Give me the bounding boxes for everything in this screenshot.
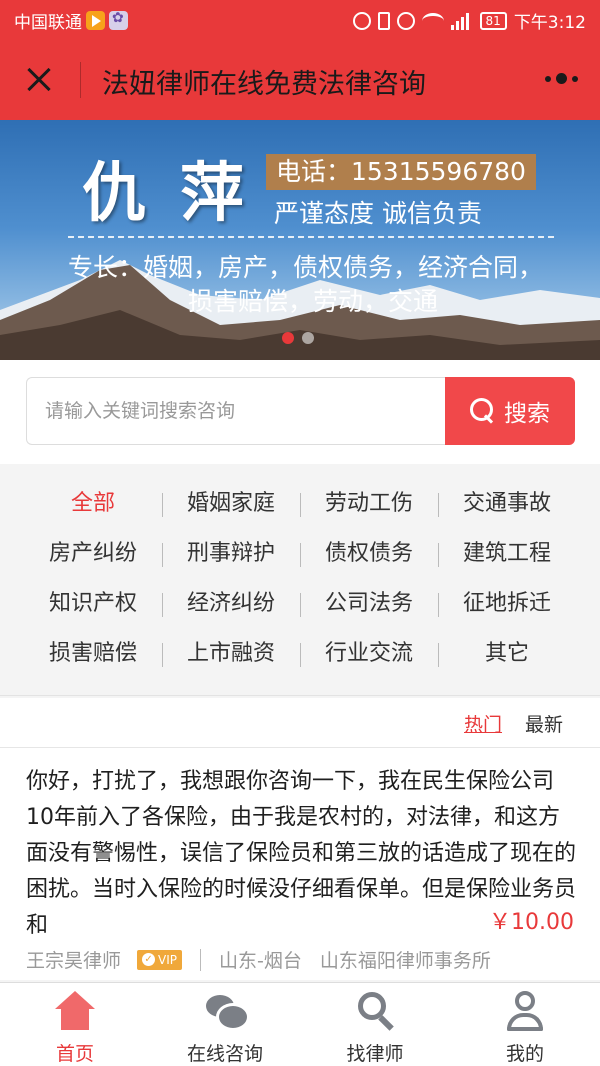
- lawyer-specialty-line2: 损害赔偿，劳动，交通: [188, 287, 439, 316]
- category-land-demolition[interactable]: 征地拆迁: [438, 579, 576, 629]
- nav-consult[interactable]: 在线咨询: [150, 983, 300, 1066]
- user-icon: [503, 989, 547, 1033]
- carrier-label: 中国联通: [14, 13, 82, 33]
- category-traffic-accident[interactable]: 交通事故: [438, 479, 576, 529]
- home-icon: [53, 989, 97, 1033]
- check-icon: ✓: [142, 953, 156, 966]
- status-bar: 中国联通 81 下午3:12: [0, 0, 600, 40]
- category-property-dispute[interactable]: 房产纠纷: [24, 529, 162, 579]
- wifi-icon: [421, 12, 444, 29]
- category-marriage-family[interactable]: 婚姻家庭: [162, 479, 300, 529]
- law-firm: 山东福阳律师事务所: [319, 950, 491, 972]
- nfc-icon: [352, 11, 371, 30]
- search-input[interactable]: [26, 377, 448, 445]
- search-icon: [470, 398, 496, 424]
- vibrate-icon: [377, 11, 390, 30]
- nav-home[interactable]: 首页: [0, 983, 150, 1066]
- carousel-indicator: [282, 332, 314, 344]
- question-card[interactable]: 你好，打扰了，我想跟你咨询一下，我在民生保险公司10年前入了各保险，由于我是农村…: [0, 748, 600, 980]
- nav-mine[interactable]: 我的: [450, 983, 600, 1066]
- nav-find-lawyer-label: 找律师: [346, 1043, 404, 1065]
- bottom-nav: 首页 在线咨询 找律师 我的: [0, 982, 600, 1066]
- question-price: ￥10.00: [489, 910, 574, 935]
- sort-tab-latest[interactable]: 最新: [525, 710, 563, 737]
- close-icon[interactable]: [20, 60, 60, 100]
- category-labor-injury[interactable]: 劳动工伤: [300, 479, 438, 529]
- category-damages[interactable]: 损害赔偿: [24, 629, 162, 679]
- lawyer-banner[interactable]: 仇萍 电话：15315596780 严谨态度 诚信负责 专长：婚姻，房产，债权债…: [0, 120, 600, 360]
- chat-icon: [203, 989, 250, 1033]
- nav-consult-label: 在线咨询: [186, 1043, 263, 1065]
- page-title: 法妞律师在线免费法律咨询: [102, 69, 426, 100]
- video-app-icon: [86, 11, 105, 30]
- category-economic-dispute[interactable]: 经济纠纷: [162, 579, 300, 629]
- search-button-label: 搜索: [504, 401, 550, 427]
- category-construction[interactable]: 建筑工程: [438, 529, 576, 579]
- category-industry-exchange[interactable]: 行业交流: [300, 629, 438, 679]
- sort-bar: 热门 最新: [0, 698, 600, 748]
- category-criminal-defense[interactable]: 刑事辩护: [162, 529, 300, 579]
- status-left: 中国联通: [14, 8, 128, 33]
- search-area: 搜索: [0, 360, 600, 464]
- carousel-dot-active: [282, 332, 294, 344]
- battery-indicator: 81: [479, 11, 507, 30]
- lawyer-location: 山东-烟台: [219, 950, 302, 972]
- lawyer-motto: 严谨态度 诚信负责: [274, 199, 482, 228]
- sort-tab-hot[interactable]: 热门: [464, 710, 502, 737]
- question-meta: 王宗昊律师 ✓ VIP 山东-烟台 山东福阳律师事务所: [26, 946, 491, 973]
- banner-divider: [68, 236, 554, 238]
- search-icon: [353, 989, 397, 1033]
- search-button[interactable]: 搜索: [445, 377, 575, 445]
- lawyer-name-link[interactable]: 王宗昊律师: [26, 946, 121, 973]
- vip-badge: ✓ VIP: [137, 949, 182, 970]
- title-divider: [80, 62, 81, 98]
- status-right: 81 下午3:12: [352, 8, 586, 33]
- vip-label: VIP: [158, 952, 177, 967]
- nav-home-label: 首页: [55, 1043, 94, 1065]
- lawyer-phone: 电话：15315596780: [266, 154, 536, 190]
- category-filter: 全部 婚姻家庭 劳动工伤 交通事故 房产纠纷 刑事辩护 债权债务 建筑工程 知识…: [0, 464, 600, 696]
- alarm-icon: [396, 11, 415, 30]
- more-menu-icon[interactable]: [545, 73, 578, 84]
- category-ip[interactable]: 知识产权: [24, 579, 162, 629]
- category-ipo-financing[interactable]: 上市融资: [162, 629, 300, 679]
- meta-divider: [200, 948, 201, 971]
- category-grid: 全部 婚姻家庭 劳动工伤 交通事故 房产纠纷 刑事辩护 债权债务 建筑工程 知识…: [24, 479, 576, 679]
- nav-mine-label: 我的: [505, 1043, 544, 1065]
- category-debt[interactable]: 债权债务: [300, 529, 438, 579]
- carousel-dot: [302, 332, 314, 344]
- paw-app-icon: [109, 10, 128, 30]
- title-bar: 法妞律师在线免费法律咨询: [0, 40, 600, 120]
- nav-find-lawyer[interactable]: 找律师: [300, 983, 450, 1066]
- category-other[interactable]: 其它: [438, 629, 576, 679]
- category-corporate[interactable]: 公司法务: [300, 579, 438, 629]
- category-all[interactable]: 全部: [24, 479, 162, 529]
- lawyer-name: 仇萍: [82, 156, 278, 231]
- lawyer-specialty-line1: 专长：婚姻，房产，债权债务，经济合同，: [68, 253, 544, 282]
- clock: 下午3:12: [513, 13, 586, 33]
- signal-icon: [450, 12, 473, 30]
